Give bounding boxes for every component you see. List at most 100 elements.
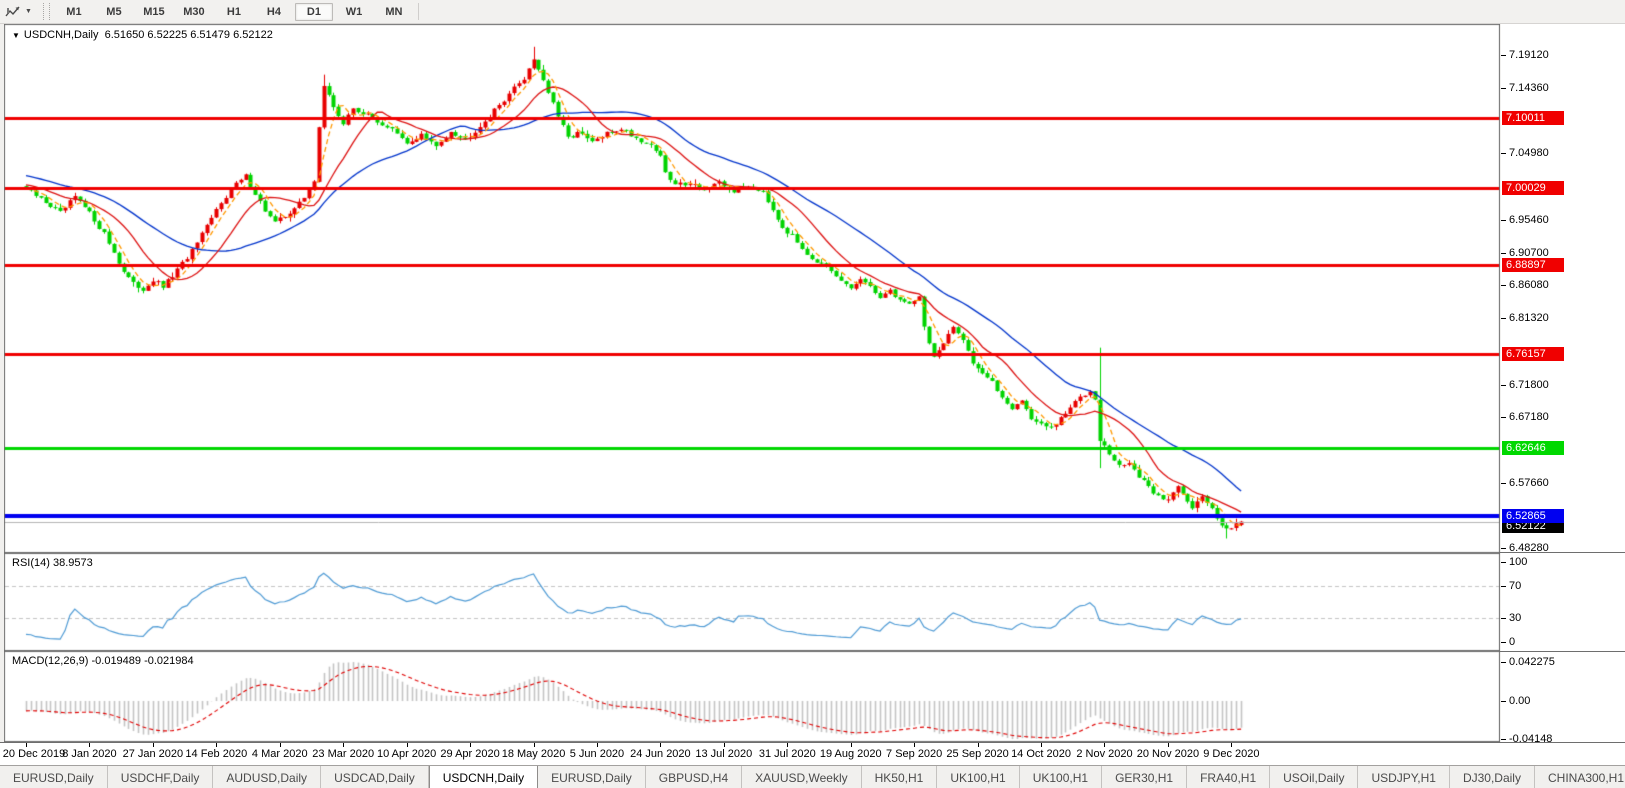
date-tick-mark — [343, 743, 345, 747]
pane-separator — [1500, 651, 1625, 652]
price-tick-mark — [1501, 55, 1506, 56]
chart-tab-eurusd-daily[interactable]: EURUSD,Daily — [0, 766, 108, 788]
date-tick-mark — [1104, 743, 1106, 747]
rsi-tick-label: 0 — [1509, 636, 1516, 648]
price-tick-mark — [1501, 416, 1506, 418]
symbol-caret-icon[interactable]: ▼ — [12, 31, 20, 40]
rsi-tick-label: 30 — [1509, 612, 1522, 624]
timeframe-toolbar: ▼ M1 M5 M15 M30 H1 H4 D1 W1 MN — [0, 0, 1625, 24]
timeframe-button-m5[interactable]: M5 — [95, 3, 133, 21]
timeframe-button-h1[interactable]: H1 — [215, 3, 253, 21]
level-chip-6.76157: 6.76157 — [1502, 347, 1564, 362]
chart-tab-audusd-daily[interactable]: AUDUSD,Daily — [213, 766, 322, 788]
date-label: 25 Sep 2020 — [946, 748, 1009, 760]
chart-tab-usdchf-daily[interactable]: USDCHF,Daily — [108, 766, 214, 788]
date-tick-mark — [89, 743, 91, 747]
date-label: 31 Jul 2020 — [758, 748, 816, 760]
chevron-down-icon[interactable]: ▼ — [25, 8, 32, 15]
chart-cursor-icon — [3, 3, 23, 20]
pane-separator — [1500, 552, 1625, 553]
date-label: 20 Dec 2019 — [2, 748, 66, 760]
chart-canvas[interactable] — [4, 24, 1500, 742]
level-chip-7.10011: 7.10011 — [1502, 111, 1564, 126]
mt4-window: ▼ M1 M5 M15 M30 H1 H4 D1 W1 MN 7.19120 7.14360 7.0… — [0, 0, 1625, 788]
chart-tab-fra40-h1[interactable]: FRA40,H1 — [1187, 766, 1271, 788]
date-tick-mark — [1041, 743, 1043, 747]
price-tick-label: 6.57660 — [1509, 477, 1549, 490]
date-label: 9 Dec 2020 — [1203, 748, 1260, 760]
level-chip-6.52865: 6.52865 — [1502, 509, 1564, 524]
date-tick-mark — [787, 743, 789, 747]
chart-tab-usdjpy-h1[interactable]: USDJPY,H1 — [1358, 766, 1450, 788]
level-chip-7.00029: 7.00029 — [1502, 180, 1564, 195]
rsi-tick-mark — [1501, 642, 1506, 643]
timeframe-button-h4[interactable]: H4 — [255, 3, 293, 21]
level-chip-6.88897: 6.88897 — [1502, 258, 1564, 273]
chart-title: ▼ USDCNH,Daily 6.51650 6.52225 6.51479 6.… — [12, 29, 273, 41]
timeframe-button-w1[interactable]: W1 — [335, 3, 373, 21]
date-axis: 20 Dec 2019 8 Jan 2020 27 Jan 2020 14 Feb 2… — [0, 742, 1625, 766]
rsi-tick-mark — [1501, 562, 1506, 563]
price-tick-label: 7.14360 — [1509, 82, 1549, 95]
chart-tab-uk100-h1[interactable]: UK100,H1 — [937, 766, 1020, 788]
date-tick-mark — [850, 743, 852, 747]
chart-tab-usdcad-daily[interactable]: USDCAD,Daily — [321, 766, 429, 788]
rsi-tick-mark — [1501, 618, 1506, 619]
chart-tab-uk100-h1[interactable]: UK100,H1 — [1020, 766, 1103, 788]
level-chip-6.62646: 6.62646 — [1502, 441, 1564, 456]
price-tick-label: 6.48280 — [1509, 542, 1549, 555]
rsi-tick-label: 70 — [1509, 580, 1522, 592]
price-tick-mark — [1501, 285, 1506, 287]
date-tick-mark — [470, 743, 472, 747]
date-tick-mark — [533, 743, 535, 747]
date-label: 8 Jan 2020 — [62, 748, 117, 760]
date-tick-mark — [723, 743, 725, 747]
date-label: 5 Jun 2020 — [569, 748, 625, 760]
date-tick-mark — [1231, 743, 1233, 747]
rsi-tick-mark — [1501, 586, 1506, 587]
price-tick-mark — [1501, 88, 1506, 90]
price-tick-label: 6.86080 — [1509, 279, 1549, 292]
timeframe-button-m1[interactable]: M1 — [55, 3, 93, 21]
date-label: 27 Jan 2020 — [122, 748, 184, 760]
timeframe-button-mn[interactable]: MN — [375, 3, 413, 21]
chart-tab-hk50-h1[interactable]: HK50,H1 — [862, 766, 938, 788]
price-tick-mark — [1501, 252, 1506, 254]
macd-tick-mark — [1501, 701, 1506, 702]
chart-tab-bar: EURUSD,Daily USDCHF,Daily AUDUSD,Daily USDC… — [0, 765, 1625, 788]
timeframe-button-m15[interactable]: M15 — [135, 3, 173, 21]
price-tick-mark — [1501, 153, 1506, 155]
chart-tab-xauusd-weekly[interactable]: XAUUSD,Weekly — [742, 766, 862, 788]
chart-tab-china300-h1[interactable]: CHINA300,H1 — [1535, 766, 1625, 788]
chart-tab-ger30-h1[interactable]: GER30,H1 — [1102, 766, 1188, 788]
date-label: 13 Jul 2020 — [695, 748, 753, 760]
macd-tick-mark — [1501, 739, 1506, 741]
date-label: 2 Nov 2020 — [1076, 748, 1133, 760]
toolbar-grip — [42, 3, 50, 20]
price-tick-mark — [1501, 483, 1506, 485]
price-tick-mark — [1501, 548, 1506, 550]
date-tick-mark — [660, 743, 662, 747]
chart-tab-eurusd-daily[interactable]: EURUSD,Daily — [538, 766, 646, 788]
date-tick-mark — [406, 743, 408, 747]
chart-tab-usdcnh-daily[interactable]: USDCNH,Daily — [428, 766, 539, 788]
price-tick-mark — [1501, 384, 1506, 386]
timeframe-button-m30[interactable]: M30 — [175, 3, 213, 21]
chart-tab-gbpusd-h4[interactable]: GBPUSD,H4 — [646, 766, 743, 788]
price-tick-label: 6.71800 — [1509, 378, 1549, 391]
date-tick-mark — [914, 743, 916, 747]
chart-tab-dj30-daily[interactable]: DJ30,Daily — [1450, 766, 1535, 788]
date-label: 18 May 2020 — [501, 748, 566, 760]
macd-label: MACD(12,26,9) -0.019489 -0.021984 — [12, 655, 194, 667]
timeframe-button-d1[interactable]: D1 — [294, 2, 333, 21]
chart-title-symbol: USDCNH,Daily — [23, 29, 99, 41]
date-label: 24 Jun 2020 — [630, 748, 691, 760]
date-label: 4 Mar 2020 — [251, 748, 308, 760]
chart-mode-button[interactable]: ▼ — [0, 0, 39, 23]
price-axis: 7.19120 7.14360 7.04980 6.95460 6.90700 6.860… — [1501, 24, 1625, 745]
macd-tick-label: 0.042275 — [1509, 656, 1555, 669]
chart-tab-usoil-daily[interactable]: USOil,Daily — [1270, 766, 1359, 788]
price-tick-mark — [1501, 219, 1506, 221]
price-tick-mark — [1501, 318, 1506, 320]
date-tick-mark — [977, 743, 979, 747]
